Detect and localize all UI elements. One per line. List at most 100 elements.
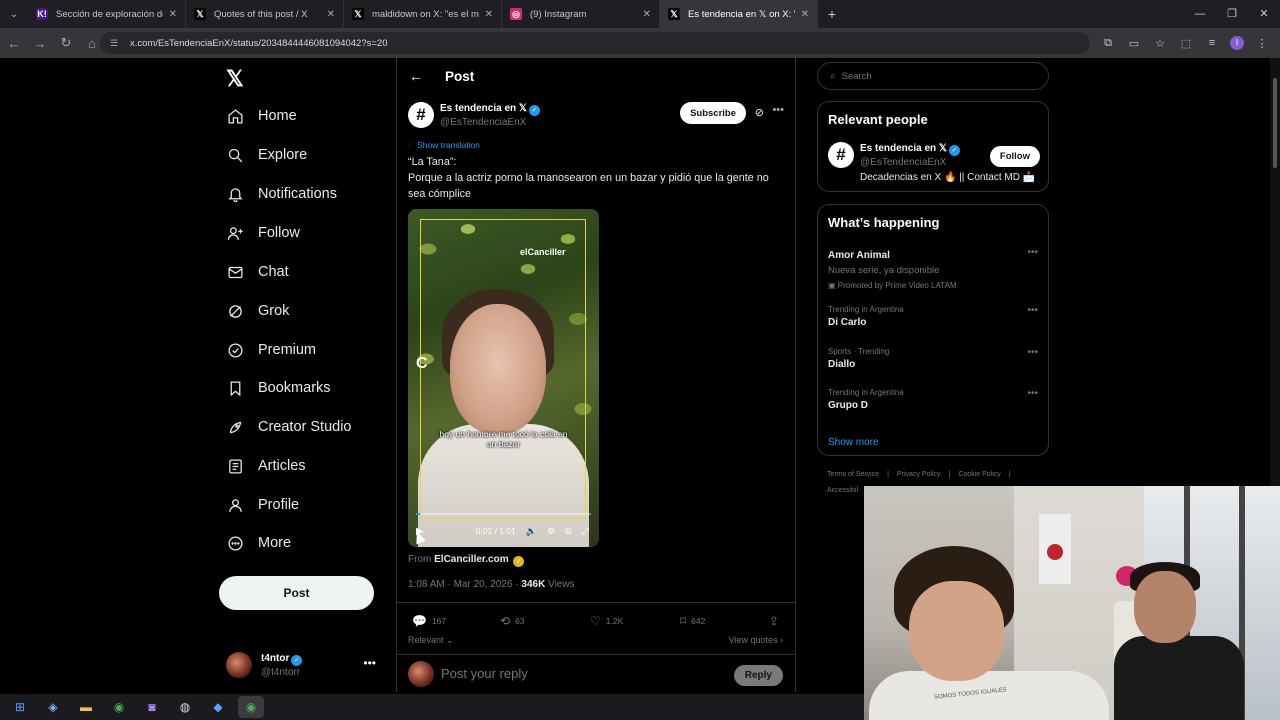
relevant-sort[interactable]: Relevant ⌄ [408, 635, 454, 646]
chrome-icon[interactable]: ◉ [106, 696, 132, 718]
browser-tab[interactable]: K! Sección de exploración de kah ✕ [28, 0, 186, 28]
restore-icon[interactable]: ❐ [1216, 0, 1248, 28]
grok-icon[interactable]: ⊘ [755, 106, 764, 119]
nav-item-more[interactable]: More [226, 528, 291, 558]
trend-item[interactable]: Sports · Trending Diallo ••• [828, 347, 1040, 370]
address-bar: ← → ↻ ⌂ ☰ x.com/EsTendenciaEnX/status/20… [0, 28, 1280, 58]
new-tab-button[interactable]: + [818, 6, 846, 22]
page-scrollbar[interactable] [1270, 58, 1280, 486]
more-dots-icon[interactable]: ••• [1027, 305, 1038, 316]
back-icon[interactable]: ← [2, 36, 26, 51]
nav-item-notifications[interactable]: Notifications [226, 179, 337, 209]
close-tab-icon[interactable]: ✕ [485, 9, 493, 20]
reply-button[interactable]: Reply [733, 665, 783, 686]
nav-item-premium[interactable]: Premium [226, 335, 316, 365]
show-translation-link[interactable]: ◌ Show translation [408, 140, 480, 150]
footer-link[interactable]: Privacy Policy [897, 471, 941, 478]
scrollbar-thumb[interactable] [1273, 78, 1277, 168]
app-icon[interactable]: ◆ [205, 696, 231, 718]
url-input[interactable]: ☰ x.com/EsTendenciaEnX/status/2034844446… [100, 32, 1090, 54]
nav-item-home[interactable]: Home [226, 101, 297, 131]
minimize-icon[interactable]: — [1184, 0, 1216, 28]
media-icon[interactable]: ≡ [1204, 37, 1220, 49]
translate-icon[interactable]: ⧉ [1100, 37, 1116, 50]
search-input[interactable]: ⌕ Search [817, 62, 1049, 90]
close-tab-icon[interactable]: ✕ [643, 9, 651, 20]
trend-item[interactable]: Trending in Argentina Grupo D ••• [828, 388, 1040, 411]
extensions-icon[interactable]: ⬚ [1178, 37, 1194, 50]
nav-item-creator-studio[interactable]: Creator Studio [226, 412, 352, 442]
like-action[interactable]: ♡ 1.2K [590, 614, 623, 628]
more-dots-icon[interactable]: ••• [772, 104, 784, 116]
person-bio: Decadencias en X 🔥 || Contact MD 📩 [860, 172, 1036, 183]
file-explorer-icon[interactable]: ▬ [73, 696, 99, 718]
close-tab-icon[interactable]: ✕ [801, 9, 809, 20]
footer-link[interactable]: Cookie Policy [958, 471, 1000, 478]
post-button[interactable]: Post [219, 576, 374, 610]
person-name[interactable]: Es tendencia en 𝕏 [860, 143, 947, 154]
trend-item[interactable]: Amor Animal Nueva serie, ya disponible ▣ P… [828, 247, 1040, 290]
browser-tab[interactable]: 𝕏maldidown on X: "es el mejor c ✕ [344, 0, 502, 28]
account-switcher[interactable]: t4ntor ✓ @t4ntorr ••• [226, 648, 386, 682]
close-tab-icon[interactable]: ✕ [327, 9, 335, 20]
forward-icon[interactable]: → [28, 36, 52, 51]
browser-tab[interactable]: 𝕏 Quotes of this post / X ✕ [186, 0, 344, 28]
site-info-icon[interactable]: ☰ [110, 38, 122, 49]
back-arrow-icon[interactable]: ← [409, 68, 429, 84]
author-avatar[interactable]: # [408, 102, 434, 128]
author-name[interactable]: Es tendencia en 𝕏 [440, 103, 527, 114]
follow-button[interactable]: Follow [989, 146, 1040, 167]
bookmark-action[interactable]: ⌑ 642 [680, 614, 705, 628]
nav-item-follow[interactable]: Follow [226, 218, 300, 248]
pip-icon[interactable]: ⧉ [565, 526, 571, 537]
tab-search-icon[interactable]: ⌄ [0, 0, 28, 28]
footer-link[interactable]: Terms of Service [827, 471, 879, 478]
nav-item-bookmarks[interactable]: Bookmarks [226, 373, 331, 403]
obs-icon[interactable]: ◍ [172, 696, 198, 718]
author-handle[interactable]: @EsTendenciaEnX [440, 116, 540, 129]
reload-icon[interactable]: ↻ [54, 35, 78, 51]
footer-link[interactable]: Accessibil [827, 487, 858, 494]
cast-icon[interactable]: ▭ [1126, 37, 1142, 50]
view-quotes-link[interactable]: View quotes › [729, 635, 783, 645]
more-dots-icon[interactable]: ••• [1027, 347, 1038, 358]
browser-menu-icon[interactable]: ⋮ [1254, 37, 1270, 50]
left-navigation: 𝕏 Home Explore Notifications Follow Chat Grok… [218, 58, 388, 692]
volume-icon[interactable]: 🔈 [526, 526, 537, 537]
windows-start-icon[interactable]: ⊞ [7, 696, 33, 718]
copilot-icon[interactable]: ◈ [40, 696, 66, 718]
close-tab-icon[interactable]: ✕ [169, 9, 177, 20]
show-more-link[interactable]: Show more [828, 437, 879, 448]
more-dots-icon[interactable]: ••• [1027, 388, 1038, 399]
reply-action[interactable]: 💬 167 [412, 614, 446, 628]
close-window-icon[interactable]: ✕ [1248, 0, 1280, 28]
fullscreen-icon[interactable]: ⤢ [582, 526, 589, 537]
browser-tab[interactable]: 𝕏 Es tendencia en 𝕏 on X: ""Li ✕ [660, 0, 818, 28]
settings-icon[interactable]: ⚙ [547, 526, 555, 537]
source-link[interactable]: ElCanciller.com [434, 554, 508, 565]
x-logo-icon[interactable]: 𝕏 [226, 66, 244, 92]
video-scrubber[interactable] [416, 513, 591, 515]
reply-input[interactable]: Post your reply [441, 666, 528, 681]
post-text: “La Tana”: Porque a la actriz porno la m… [408, 154, 783, 202]
more-dots-icon[interactable]: ••• [363, 656, 376, 670]
share-action[interactable]: ⇪ [769, 614, 784, 628]
repost-action[interactable]: ⟲ 63 [500, 614, 525, 628]
discord-icon[interactable]: ◙ [139, 696, 165, 718]
nav-item-articles[interactable]: Articles [226, 451, 306, 481]
nav-item-chat[interactable]: Chat [226, 257, 289, 287]
browser-tab[interactable]: ◎ (9) Instagram ✕ [502, 0, 660, 28]
profile-avatar[interactable]: I [1230, 36, 1244, 50]
nav-item-explore[interactable]: Explore [226, 140, 307, 170]
trend-item[interactable]: Trending in Argentina Di Carlo ••• [828, 305, 1040, 328]
bookmark-star-icon[interactable]: ☆ [1152, 37, 1168, 50]
nav-item-profile[interactable]: Profile [226, 490, 299, 520]
chrome-active-icon[interactable]: ◉ [238, 696, 264, 718]
subscribe-button[interactable]: Subscribe [680, 102, 746, 124]
video-player[interactable]: elCanciller C hoy un hombre me tocó la c… [408, 209, 599, 547]
bookmark-count: 642 [691, 616, 706, 626]
nav-item-grok[interactable]: Grok [226, 296, 289, 326]
person-avatar[interactable]: # [828, 142, 854, 168]
post-timestamp[interactable]: 1:08 AM · Mar 20, 2026 · [408, 579, 521, 590]
more-dots-icon[interactable]: ••• [1027, 247, 1038, 258]
